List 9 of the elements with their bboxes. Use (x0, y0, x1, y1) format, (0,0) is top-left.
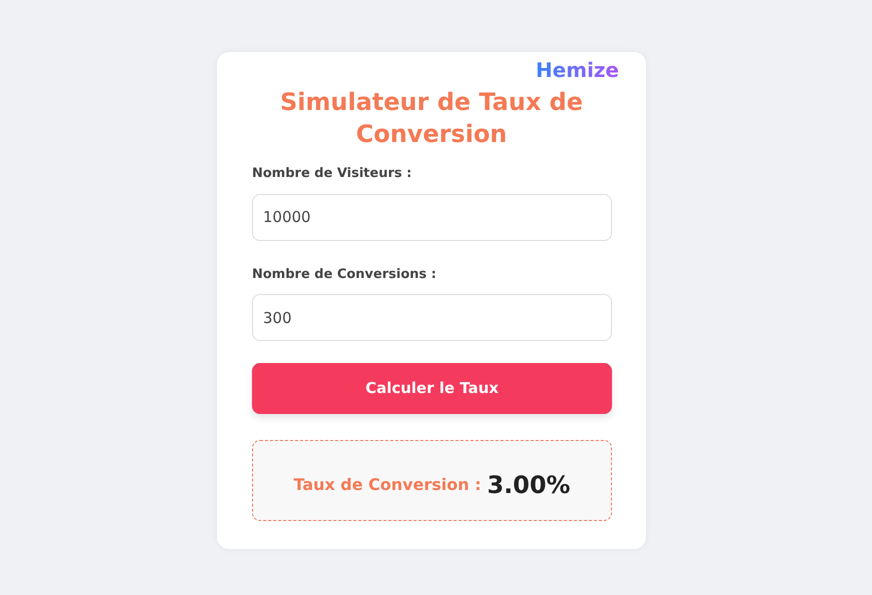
field-label: Nombre de Visiteurs : (252, 165, 413, 183)
input-field[interactable]: 10000 (252, 194, 612, 240)
calculate-button[interactable]: Calculer le Taux (252, 363, 612, 414)
logo: Hemize (536, 60, 619, 80)
input-field[interactable]: 300 (252, 294, 612, 341)
field-label: Nombre de Conversions : (252, 266, 438, 284)
result-label: Taux de Conversion : (294, 474, 482, 496)
page-title: Simulateur de Taux de Conversion (279, 87, 584, 150)
result-value: 3.00% (487, 470, 570, 500)
